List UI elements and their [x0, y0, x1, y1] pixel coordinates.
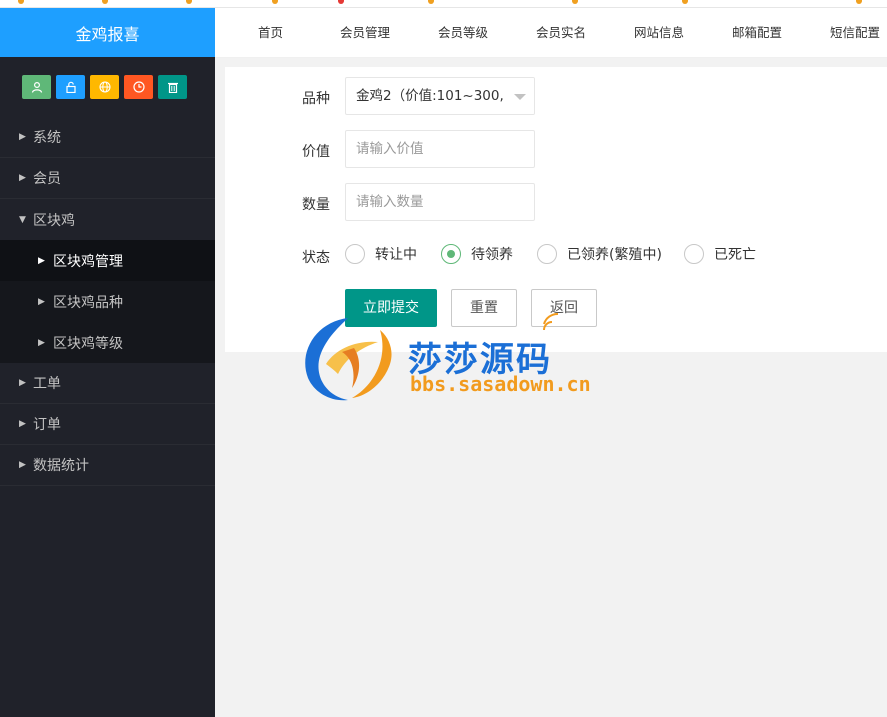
sidebar-item-orders[interactable]: ▶ 订单 — [0, 404, 215, 445]
sidebar-item-statistics[interactable]: ▶ 数据统计 — [0, 445, 215, 486]
unlock-button[interactable] — [56, 75, 85, 99]
radio-circle-checked — [441, 244, 461, 264]
topnav-member-verify[interactable]: 会员实名 — [536, 8, 586, 58]
clock-button[interactable] — [124, 75, 153, 99]
topnav-member-manage[interactable]: 会员管理 — [340, 8, 390, 58]
topnav-email-config[interactable]: 邮箱配置 — [732, 8, 782, 58]
strip-mark — [102, 0, 108, 4]
quantity-input[interactable] — [345, 183, 535, 221]
sidebar-item-label: 会员 — [33, 171, 61, 187]
globe-button[interactable] — [90, 75, 119, 99]
watermark-url: bbs.sasadown.cn — [410, 372, 591, 396]
unlock-icon — [65, 81, 76, 93]
trash-icon — [167, 82, 178, 93]
sidebar-item-label: 系统 — [33, 130, 61, 146]
strip-mark — [186, 0, 192, 4]
watermark: 莎莎源码 bbs.sasadown.cn — [296, 312, 596, 406]
radio-circle — [345, 244, 365, 264]
topnav-home[interactable]: 首页 — [258, 8, 283, 58]
radio-circle — [684, 244, 704, 264]
caret-right-icon: ▶ — [19, 460, 26, 470]
trash-button[interactable] — [158, 75, 187, 99]
sidebar-item-tickets[interactable]: ▶ 工单 — [0, 363, 215, 404]
chevron-down-icon — [514, 94, 526, 100]
strip-mark — [338, 0, 344, 4]
radio-circle — [537, 244, 557, 264]
sidebar-subitem-chicken-manage[interactable]: ▶ 区块鸡管理 — [0, 240, 215, 281]
caret-right-icon: ▶ — [19, 378, 26, 388]
globe-icon — [98, 81, 111, 93]
sidebar-item-label: 区块鸡 — [33, 212, 75, 229]
breed-select-value: 金鸡2（价值:101~300,领 — [356, 88, 518, 104]
breed-select[interactable]: 金鸡2（价值:101~300,领 — [345, 77, 535, 115]
sidebar-subitem-label: 区块鸡品种 — [53, 294, 123, 311]
strip-mark — [572, 0, 578, 4]
sidebar-item-label: 数据统计 — [33, 458, 89, 474]
sidebar-toolbar — [0, 57, 215, 117]
status-radio-transferring[interactable]: 转让中 — [345, 244, 417, 264]
caret-right-icon: ▶ — [19, 132, 26, 142]
strip-mark — [682, 0, 688, 4]
topnav-site-info[interactable]: 网站信息 — [634, 8, 684, 58]
radio-label: 已死亡 — [714, 247, 756, 263]
sidebar-item-label: 订单 — [33, 417, 61, 433]
form-card: 品种 金鸡2（价值:101~300,领 价值 数量 状态 转让中 待领养 已领养… — [225, 67, 887, 352]
sidebar-item-label: 工单 — [33, 376, 61, 392]
caret-right-icon: ▶ — [19, 173, 26, 183]
caret-right-icon: ▶ — [19, 419, 26, 429]
topnav-sms-config[interactable]: 短信配置 — [830, 8, 880, 58]
user-icon — [31, 81, 42, 93]
sidebar-item-system[interactable]: ▶ 系统 — [0, 117, 215, 158]
strip-mark — [428, 0, 434, 4]
topnav-member-levels[interactable]: 会员等级 — [438, 8, 488, 58]
strip-mark — [856, 0, 862, 4]
sidebar-subitem-chicken-breeds[interactable]: ▶ 区块鸡品种 — [0, 281, 215, 322]
clock-icon — [132, 81, 145, 93]
radio-label: 待领养 — [471, 247, 513, 263]
strip-mark — [18, 0, 24, 4]
caret-right-icon: ▶ — [38, 296, 45, 307]
signal-icon — [543, 313, 559, 331]
user-button[interactable] — [22, 75, 51, 99]
caret-right-icon: ▶ — [38, 255, 45, 266]
app-brand[interactable]: 金鸡报喜 — [0, 8, 215, 57]
status-radio-awaiting-adoption[interactable]: 待领养 — [441, 244, 513, 264]
sidebar: 金鸡报喜 ▶ 系统 ▶ 会员 ▼ 区块鸡 ▶ 区块鸡管理 ▶ 区块鸡品种 ▶ 区… — [0, 8, 215, 717]
top-strip — [0, 0, 887, 8]
top-nav: 首页 会员管理 会员等级 会员实名 网站信息 邮箱配置 短信配置 — [215, 8, 887, 58]
caret-down-icon: ▼ — [19, 214, 26, 225]
caret-right-icon: ▶ — [38, 337, 45, 348]
sidebar-subitem-label: 区块鸡等级 — [53, 335, 123, 352]
watermark-logo-icon — [305, 318, 392, 401]
sidebar-subitem-label: 区块鸡管理 — [53, 253, 123, 270]
status-radio-adopted-breeding[interactable]: 已领养(繁殖中) — [537, 244, 662, 264]
value-input[interactable] — [345, 130, 535, 168]
sidebar-subitem-chicken-levels[interactable]: ▶ 区块鸡等级 — [0, 322, 215, 363]
value-label: 价值 — [302, 144, 330, 160]
status-label: 状态 — [302, 250, 330, 266]
radio-label: 已领养(繁殖中) — [567, 247, 662, 263]
quantity-label: 数量 — [302, 197, 330, 213]
radio-label: 转让中 — [375, 247, 417, 263]
breed-label: 品种 — [302, 91, 330, 107]
status-radio-dead[interactable]: 已死亡 — [684, 244, 756, 264]
sidebar-item-blockchain-chicken[interactable]: ▼ 区块鸡 — [0, 199, 215, 240]
sidebar-item-members[interactable]: ▶ 会员 — [0, 158, 215, 199]
strip-mark — [272, 0, 278, 4]
